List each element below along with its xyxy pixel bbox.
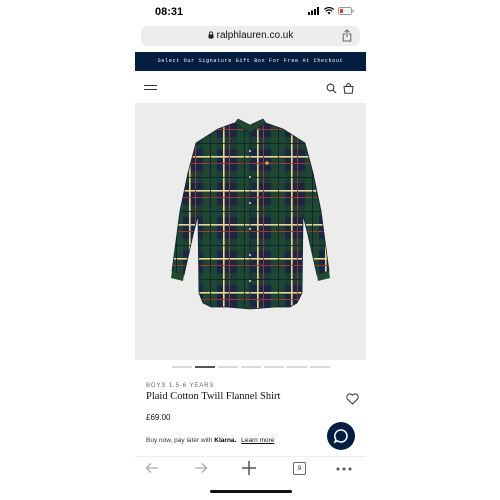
plaid-shirt-image [171,118,330,310]
status-icons [308,7,354,15]
address-bar[interactable]: ralphlauren.co.uk [141,26,360,46]
carousel-dot[interactable] [171,366,192,368]
url-display[interactable]: ralphlauren.co.uk [141,30,360,41]
url-text: ralphlauren.co.uk [216,30,294,41]
product-age-range: BOYS 1.5-6 YEARS [146,383,215,389]
promo-banner[interactable]: Select Our Signature Gift Box For Free A… [135,52,366,71]
heart-icon[interactable] [346,393,359,405]
product-price: £69.00 [146,413,171,422]
klarna-logo: Klarna. [214,437,237,444]
status-bar: 08:31 [135,0,366,24]
status-time: 08:31 [155,6,184,18]
tabs-icon[interactable]: 9 [293,462,306,475]
wifi-icon [324,7,334,15]
learn-more-link[interactable]: Learn more [241,437,274,444]
carousel-dot[interactable] [217,366,238,368]
shopping-bag-icon[interactable] [343,83,354,94]
back-arrow-icon[interactable] [145,462,159,474]
forward-arrow-icon[interactable] [194,462,208,474]
menu-icon[interactable] [144,84,157,92]
share-icon[interactable] [342,29,352,42]
klarna-text: Buy now, pay later with [146,437,213,444]
search-icon[interactable] [326,83,337,94]
carousel-dot[interactable] [286,366,307,368]
battery-icon [338,7,354,15]
add-icon[interactable] [241,460,257,476]
carousel-dot[interactable] [194,366,215,368]
chat-bubble-icon [333,429,348,444]
site-header [135,74,366,104]
carousel-dot[interactable] [263,366,284,368]
carousel-dot[interactable] [240,366,261,368]
product-image[interactable] [135,103,366,360]
product-title: Plaid Cotton Twill Flannel Shirt [146,391,281,402]
phone-screen: 08:31 ralphlauren.co.uk Select Our Signa… [135,0,366,500]
lock-icon [208,31,214,39]
signal-icon [308,7,319,15]
chat-button[interactable] [327,422,355,450]
home-indicator[interactable] [210,490,292,493]
image-carousel-indicator[interactable] [135,366,366,370]
more-icon[interactable] [336,467,352,471]
klarna-message: Buy now, pay later with Klarna. Learn mo… [146,437,274,444]
carousel-dot[interactable] [309,366,330,368]
browser-toolbar: 9 [135,456,366,481]
